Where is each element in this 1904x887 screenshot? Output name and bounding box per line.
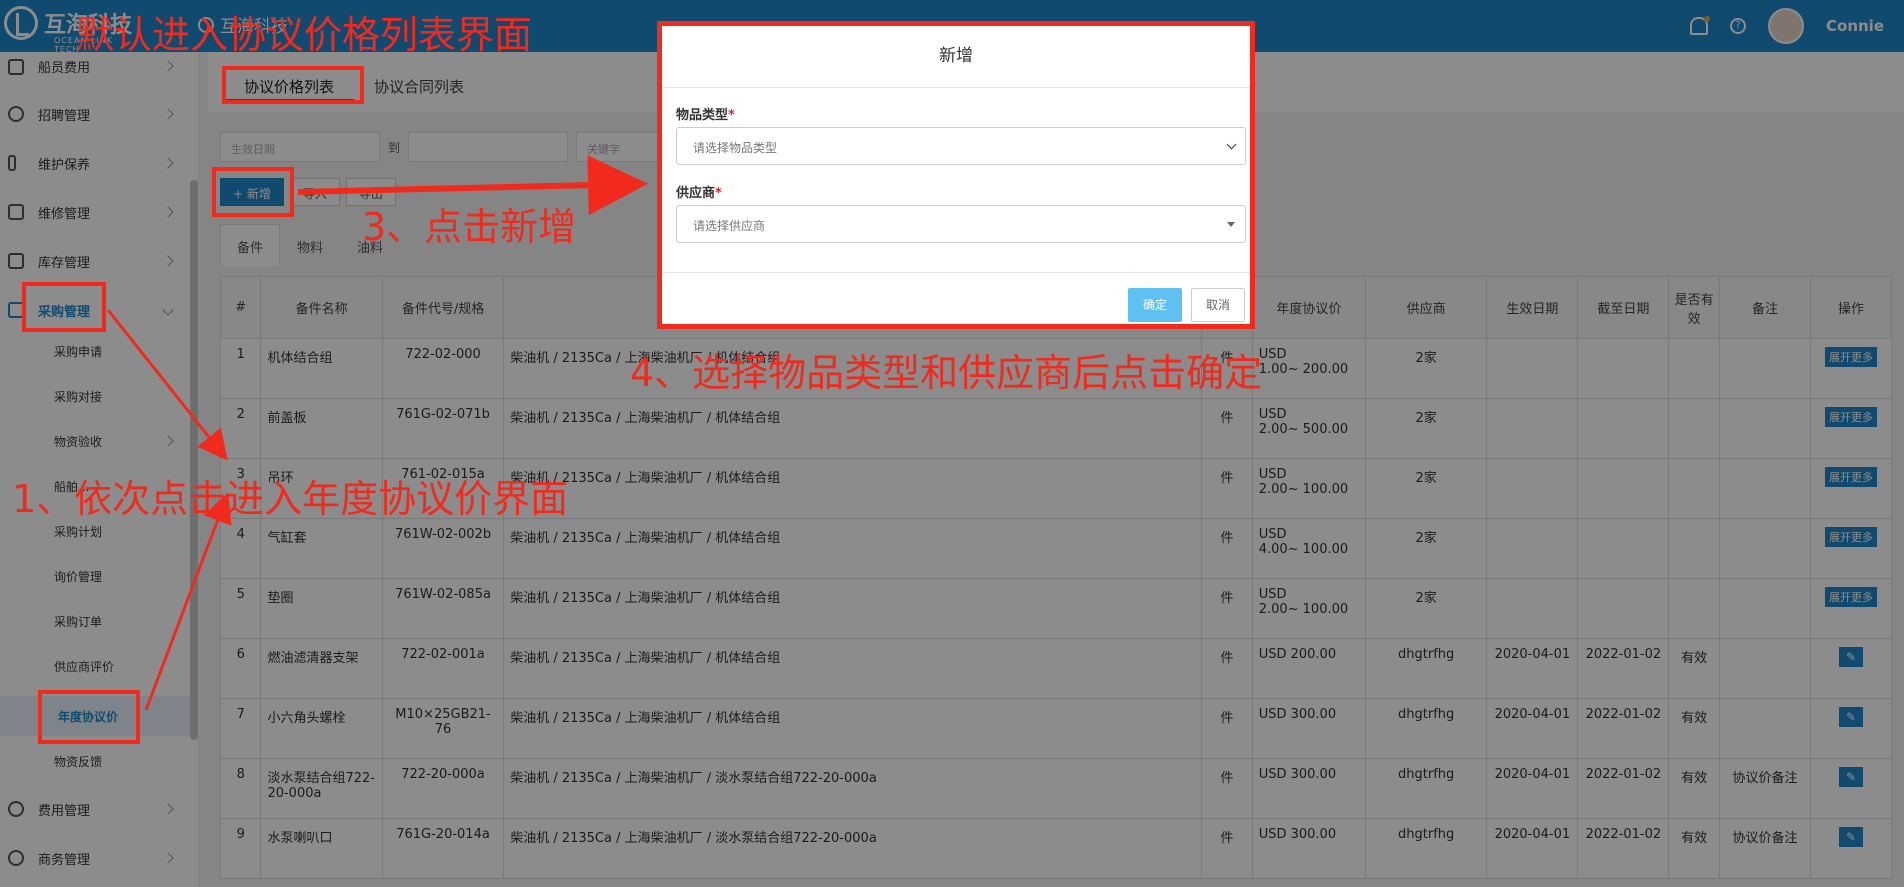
supplier-placeholder: 请选择供应商 xyxy=(693,219,766,233)
caret-down-icon xyxy=(1227,222,1235,227)
supplier-select[interactable]: 请选择供应商 xyxy=(676,205,1246,243)
item-type-placeholder: 请选择物品类型 xyxy=(693,141,778,155)
arrow-add-to-modal xyxy=(297,155,648,216)
item-type-select[interactable]: 请选择物品类型 xyxy=(676,127,1246,165)
supplier-label: 供应商* xyxy=(676,182,722,201)
confirm-button[interactable]: 确定 xyxy=(1128,288,1182,322)
add-modal: 新增 物品类型* 请选择物品类型 供应商* 请选择供应商 确定 取消 xyxy=(657,21,1255,329)
modal-title: 新增 xyxy=(662,26,1250,88)
chevron-down-icon xyxy=(1226,139,1237,150)
item-type-label: 物品类型* xyxy=(676,104,735,123)
item-type-label-text: 物品类型 xyxy=(676,108,729,123)
supplier-label-text: 供应商 xyxy=(676,186,716,201)
required-mark: * xyxy=(715,186,722,201)
required-mark: * xyxy=(728,108,735,123)
arrow-purchase-to-submenu xyxy=(106,309,228,461)
modal-footer-divider xyxy=(662,272,1250,273)
arrow-annual-price-up xyxy=(144,492,232,711)
cancel-button[interactable]: 取消 xyxy=(1191,288,1245,322)
